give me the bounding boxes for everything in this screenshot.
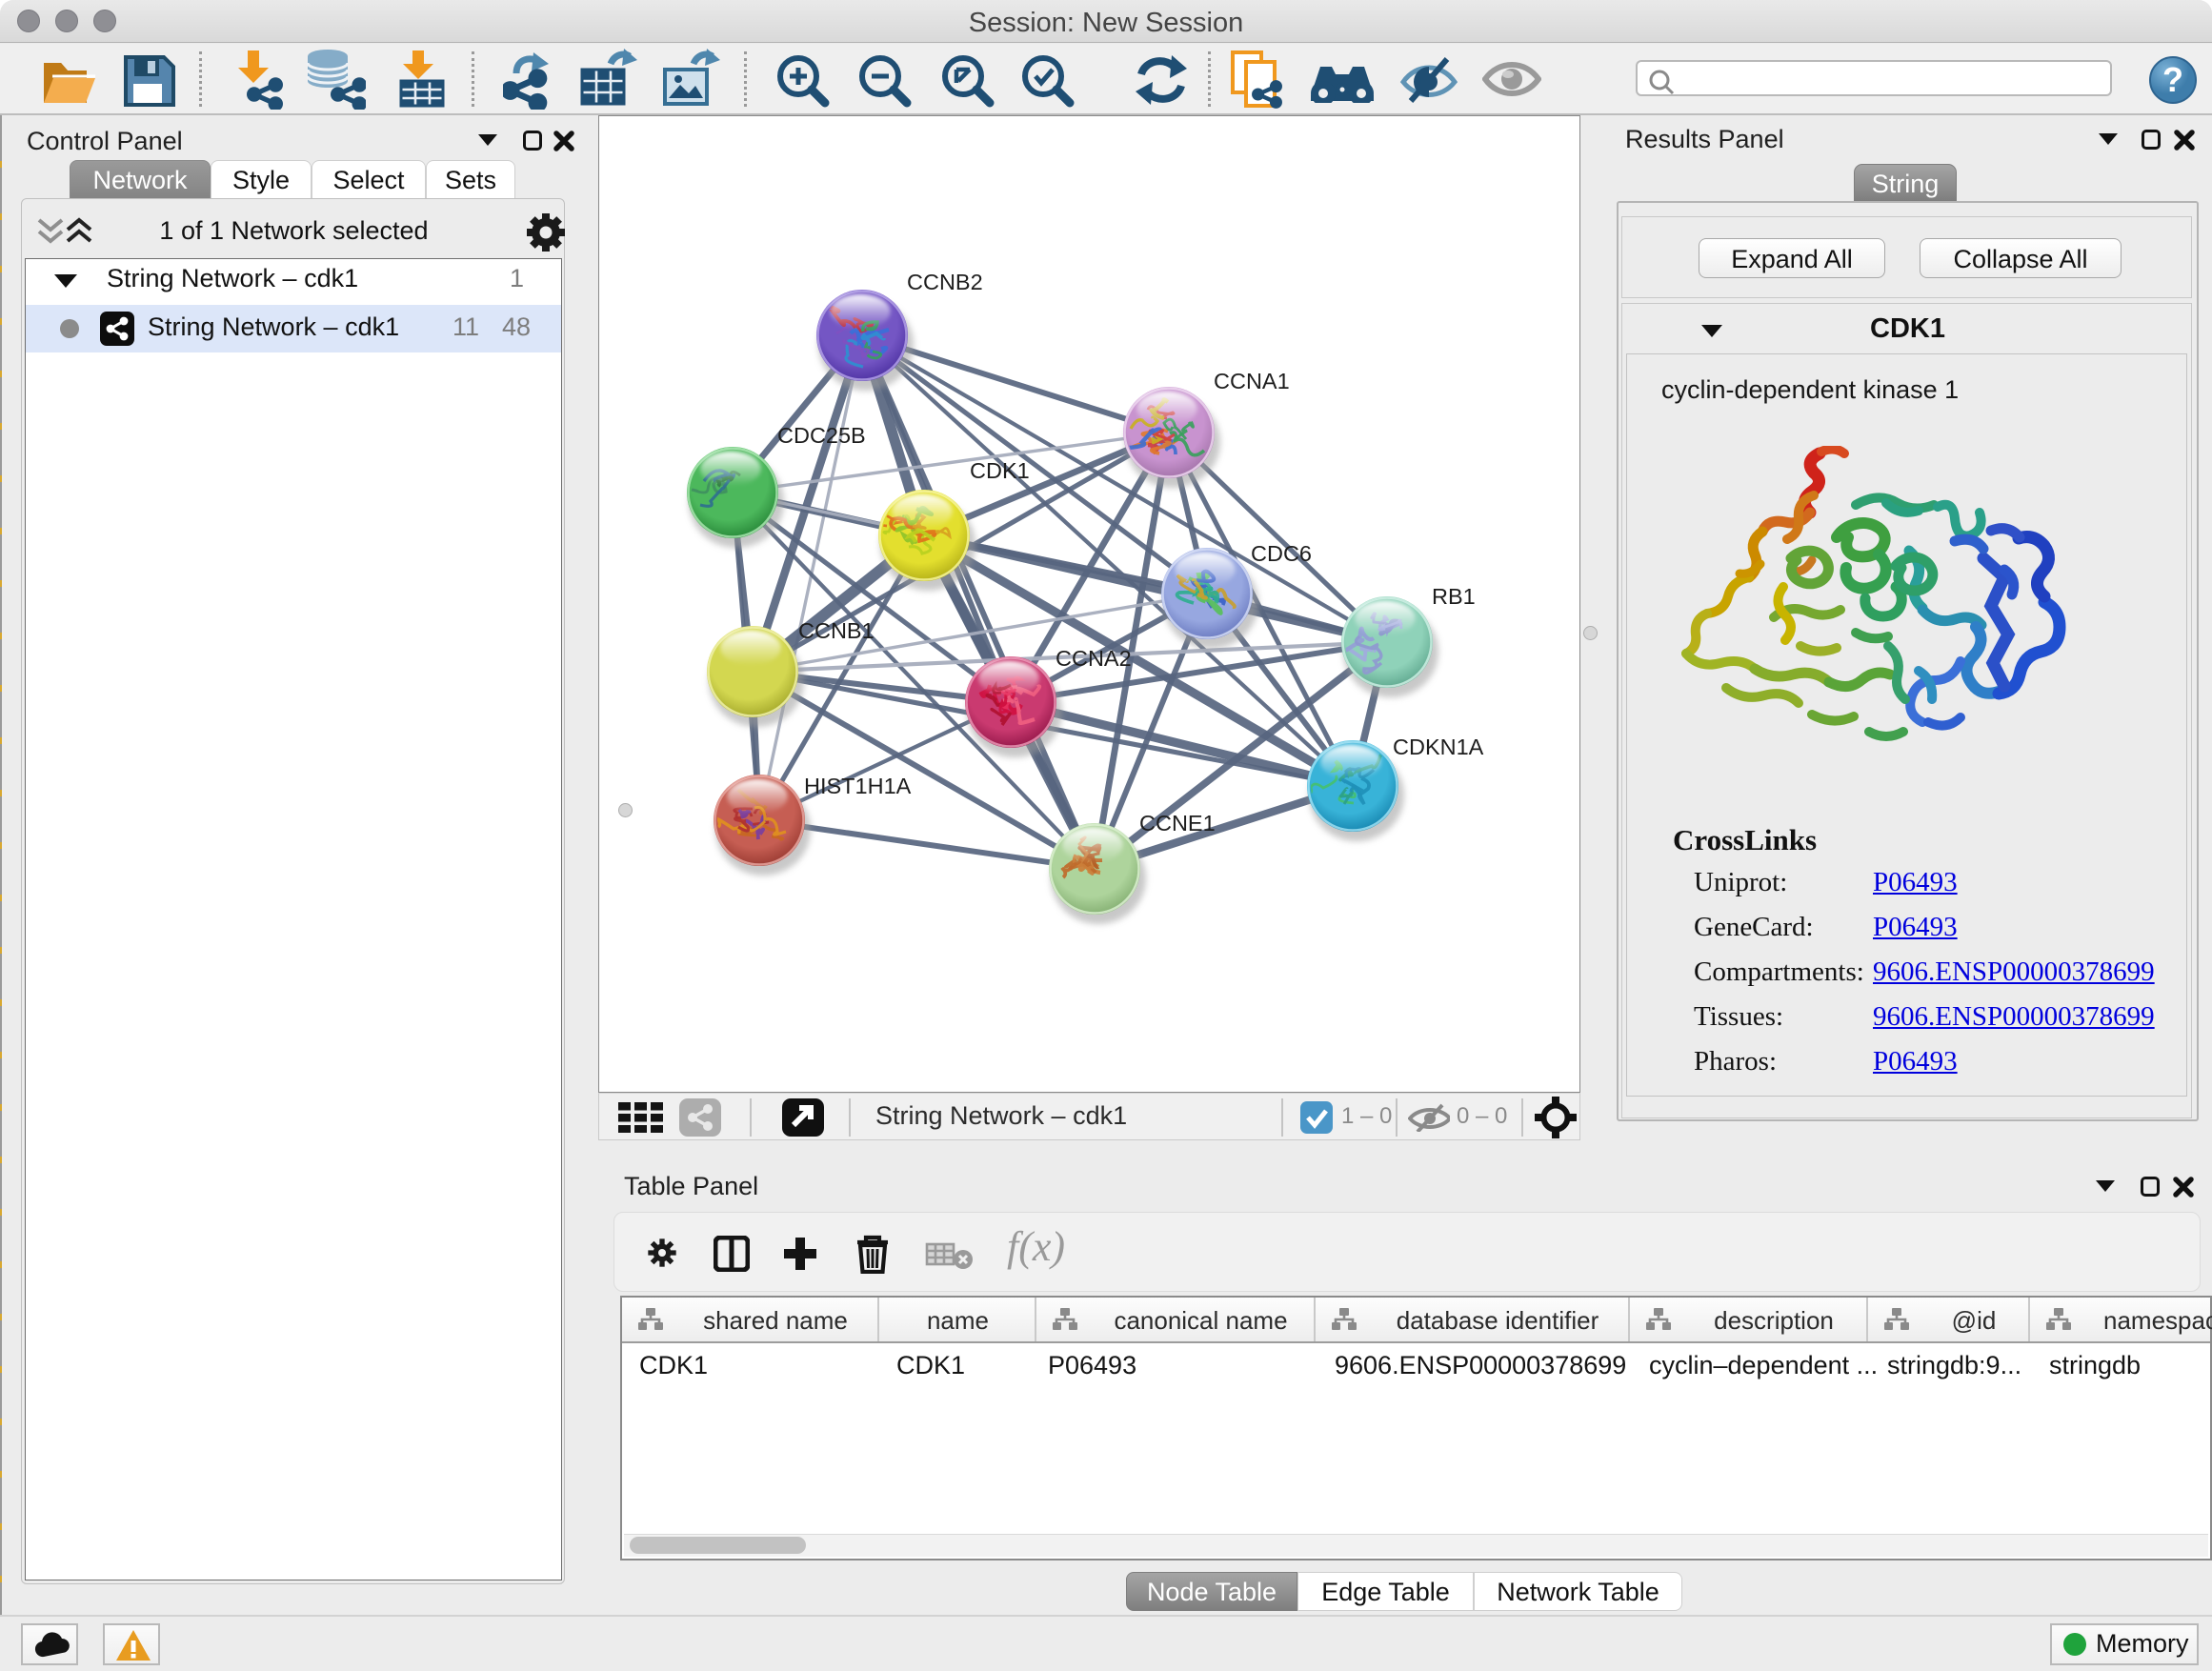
svg-text:CDKN1A: CDKN1A <box>1393 735 1484 759</box>
svg-text:CCNB1: CCNB1 <box>798 618 875 643</box>
svg-text:CCNE1: CCNE1 <box>1139 811 1216 836</box>
svg-text:CCNA1: CCNA1 <box>1214 369 1290 393</box>
svg-text:?: ? <box>2162 60 2183 99</box>
svg-text:CCNB2: CCNB2 <box>907 270 983 294</box>
svg-text:HIST1H1A: HIST1H1A <box>804 774 912 798</box>
svg-text:CDK1: CDK1 <box>970 458 1030 483</box>
svg-text:CDC6: CDC6 <box>1251 541 1312 566</box>
svg-text:RB1: RB1 <box>1432 584 1476 609</box>
svg-text:CCNA2: CCNA2 <box>1056 646 1132 671</box>
svg-text:CDC25B: CDC25B <box>777 423 866 448</box>
